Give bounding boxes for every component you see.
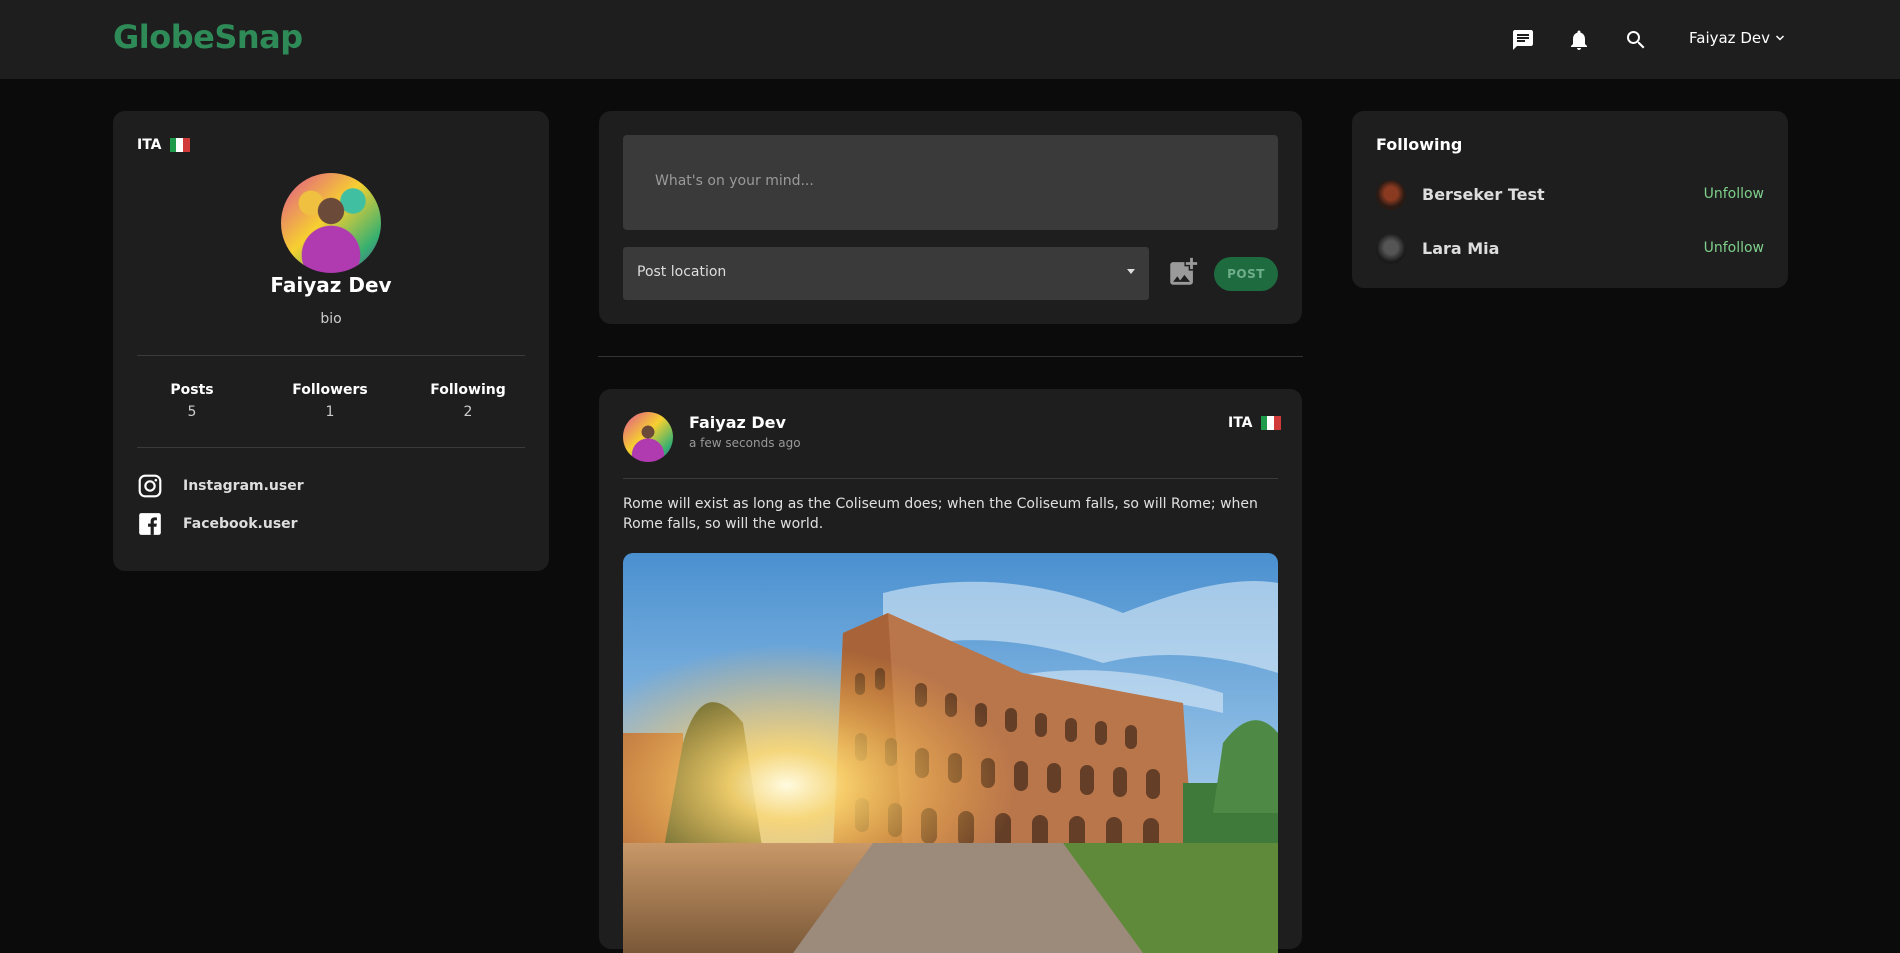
country-code: ITA [1228,415,1253,431]
unfollow-button[interactable]: Unfollow [1704,186,1764,202]
following-title: Following [1376,135,1463,154]
post-button[interactable]: POST [1214,257,1278,291]
italy-flag-icon [1260,416,1281,430]
stat-label: Followers [292,382,368,398]
top-navbar: GlobeSnap Faiyaz Dev [0,0,1900,79]
chevron-down-icon [1775,35,1785,41]
post-image[interactable] [623,553,1278,953]
post-text: Rome will exist as long as the Coliseum … [623,496,1258,532]
profile-avatar[interactable] [281,173,381,273]
profile-name: Faiyaz Dev [270,273,392,297]
profile-card: ITA Faiyaz Dev bio Posts 5 Followers 1 F… [113,111,549,571]
following-name[interactable]: Berseker Test [1422,185,1545,204]
location-placeholder: Post location [637,264,727,280]
instagram-icon [138,474,162,498]
stat-following[interactable]: Following 2 [408,382,528,420]
italy-flag-icon [169,138,190,152]
following-avatar[interactable] [1376,234,1406,264]
country-code: ITA [137,137,162,153]
post-timestamp: a few seconds ago [689,436,801,450]
post-author-avatar[interactable] [623,412,673,462]
facebook-icon [139,513,161,535]
unfollow-button[interactable]: Unfollow [1704,240,1764,256]
social-link-facebook[interactable]: Facebook.user [137,511,298,537]
social-label: Instagram.user [183,478,304,494]
chat-icon[interactable] [1510,27,1536,53]
stat-label: Following [430,382,506,398]
divider [137,447,525,448]
following-item: Lara Mia Unfollow [1376,234,1764,264]
profile-bio: bio [320,311,342,327]
following-card: Following Berseker Test Unfollow Lara Mi… [1352,111,1788,288]
following-item: Berseker Test Unfollow [1376,180,1764,210]
post-author-name[interactable]: Faiyaz Dev [689,413,786,432]
stat-value: 1 [325,404,335,420]
add-image-icon[interactable] [1166,255,1200,289]
stat-value: 5 [187,404,197,420]
bell-icon[interactable] [1566,27,1592,53]
stat-label: Posts [170,382,214,398]
post-card: Faiyaz Dev a few seconds ago ITA Rome wi… [599,389,1302,953]
stat-posts[interactable]: Posts 5 [132,382,252,420]
following-avatar[interactable] [1376,180,1406,210]
post-country-tag: ITA [1228,415,1281,431]
feed-divider [598,356,1303,357]
stat-followers[interactable]: Followers 1 [270,382,390,420]
user-menu[interactable]: Faiyaz Dev [1689,29,1786,47]
user-menu-label: Faiyaz Dev [1689,29,1770,47]
post-composer: What's on your mind... Post location POS… [599,111,1302,324]
post-location-select[interactable]: Post location [623,247,1149,300]
divider [137,355,525,356]
social-link-instagram[interactable]: Instagram.user [137,473,304,499]
social-label: Facebook.user [183,516,298,532]
divider [623,478,1278,479]
following-name[interactable]: Lara Mia [1422,239,1499,258]
dropdown-caret-icon [1127,269,1135,274]
search-icon[interactable] [1623,27,1649,53]
stat-value: 2 [463,404,473,420]
post-text-input[interactable]: What's on your mind... [623,135,1278,230]
app-logo[interactable]: GlobeSnap [113,18,303,56]
country-tag: ITA [137,137,190,153]
